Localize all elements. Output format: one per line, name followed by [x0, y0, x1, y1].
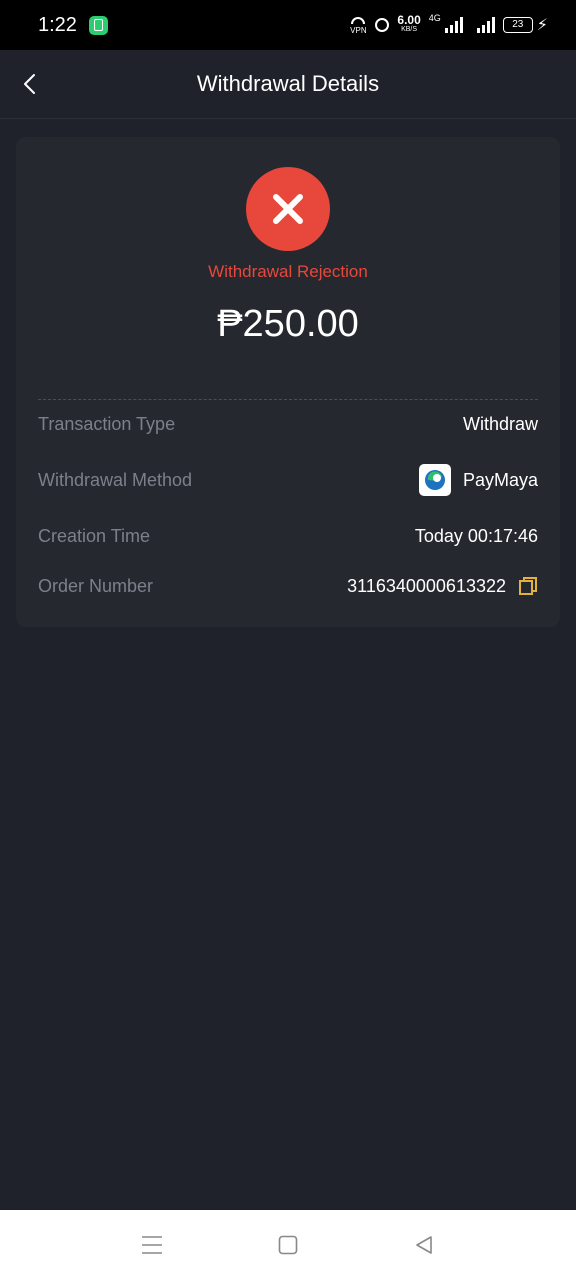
chevron-left-icon: [24, 74, 35, 94]
home-square-icon: [278, 1235, 298, 1255]
speedometer-icon: [375, 18, 390, 32]
status-time: 1:22: [38, 13, 77, 36]
net-speed: 6.00 KB/S: [397, 13, 421, 34]
row-label: Order Number: [38, 575, 154, 596]
row-label: Creation Time: [38, 525, 151, 546]
row-transaction-type: Transaction Type Withdraw: [38, 409, 538, 439]
row-creation-time: Creation Time Today 00:17:46: [38, 521, 538, 551]
withdrawal-method-value: PayMaya: [462, 469, 538, 490]
status-bar: 1:22 VPN 6.00 KB/S 4G 23 ⚡: [0, 0, 576, 50]
back-button[interactable]: [10, 64, 50, 104]
triangle-back-icon: [416, 1236, 432, 1254]
amount: ₱250.00: [217, 303, 359, 345]
row-value: PayMaya: [418, 464, 538, 496]
home-button[interactable]: [274, 1231, 302, 1259]
copy-icon[interactable]: [518, 576, 538, 596]
battery-icon: 23 ⚡: [502, 15, 548, 35]
row-order-number: Order Number 3116340000613322: [38, 571, 538, 601]
net-speed-unit: KB/S: [401, 26, 418, 33]
charging-icon: ⚡: [536, 17, 548, 34]
row-value: Withdraw: [463, 414, 538, 435]
withdrawal-card: Withdrawal Rejection ₱250.00 Transaction…: [16, 137, 560, 627]
order-number-value: 3116340000613322: [347, 575, 506, 596]
status-label: Withdrawal Rejection: [208, 262, 368, 281]
vpn-label: VPN: [350, 25, 367, 35]
menu-icon: [142, 1236, 162, 1254]
row-value: Today 00:17:46: [415, 526, 538, 547]
signal-icon-2: [476, 17, 495, 33]
battery-level: 23: [502, 17, 533, 33]
status-right: VPN 6.00 KB/S 4G 23 ⚡: [349, 13, 548, 35]
row-label: Transaction Type: [38, 413, 176, 434]
page-title: Withdrawal Details: [196, 71, 380, 96]
network-type: 4G: [428, 13, 441, 23]
back-nav-button[interactable]: [410, 1231, 438, 1259]
creation-time-value: Today 00:17:46: [414, 525, 538, 546]
close-icon: [273, 194, 303, 224]
signal-icon: [444, 17, 463, 33]
transaction-type-value: Withdraw: [462, 413, 538, 434]
net-speed-value: 6.00: [397, 13, 421, 27]
row-value: 3116340000613322: [347, 576, 538, 597]
row-label: Withdrawal Method: [38, 469, 193, 490]
status-left: 1:22: [38, 14, 108, 37]
dashed-divider: [38, 399, 538, 400]
vpn-icon: VPN: [349, 16, 367, 35]
nav-header: Withdrawal Details: [0, 50, 576, 119]
rejection-status-icon: [246, 167, 330, 251]
paymaya-logo-icon: [418, 464, 451, 496]
app-notification-icon: [88, 15, 108, 35]
row-withdrawal-method: Withdrawal Method PayMaya: [38, 464, 538, 496]
menu-button[interactable]: [138, 1231, 166, 1259]
system-nav-bar: [0, 1210, 576, 1280]
